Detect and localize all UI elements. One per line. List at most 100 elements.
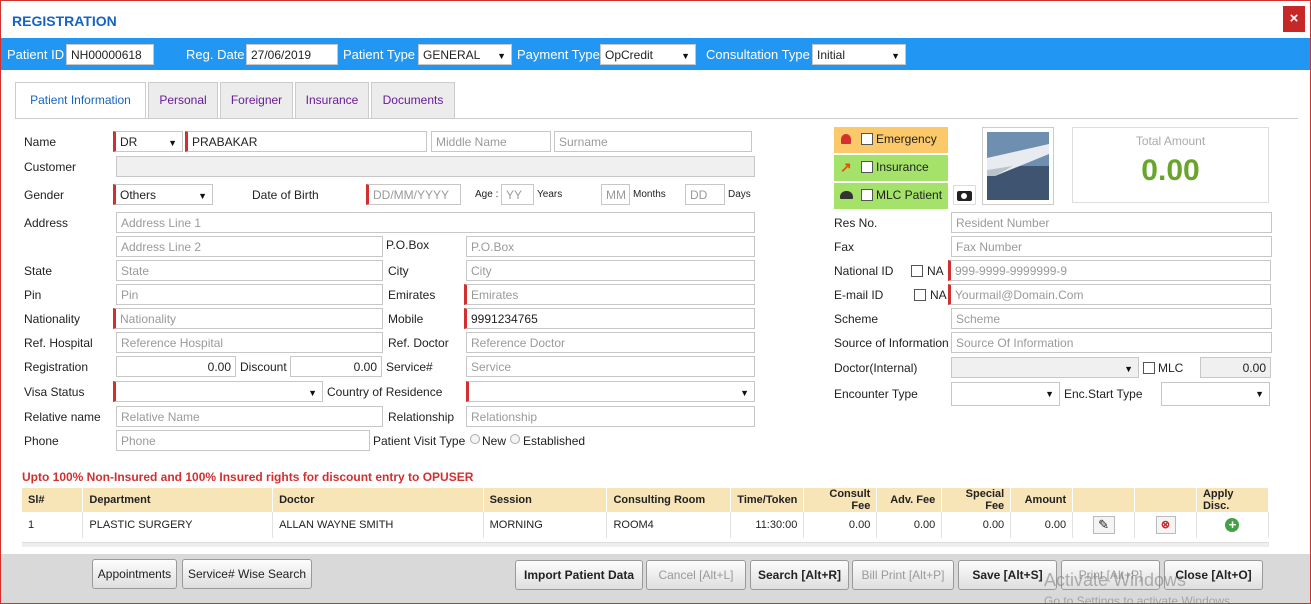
customer-field[interactable] (116, 156, 755, 177)
patient-photo[interactable] (982, 127, 1054, 205)
mlc-patient-checkbox[interactable] (861, 189, 873, 201)
years-label: Years (537, 189, 563, 200)
camera-icon[interactable] (953, 185, 976, 205)
delete-icon[interactable]: ⊗ (1155, 516, 1176, 534)
emergency-flag[interactable]: Emergency (834, 127, 948, 153)
cancel-button[interactable]: Cancel [Alt+L] (646, 560, 746, 590)
close-window-button[interactable]: × (1283, 6, 1305, 32)
patient-id-field[interactable]: NH00000618 (66, 44, 154, 65)
visit-established-radio[interactable] (510, 434, 520, 444)
email-field[interactable]: Yourmail@Domain.Com (948, 284, 1271, 305)
appointments-button[interactable]: Appointments (92, 559, 177, 589)
table-row[interactable]: 1 PLASTIC SURGERY ALLAN WAYNE SMITH MORN… (22, 512, 1270, 538)
mobile-label: Mobile (388, 312, 424, 326)
edit-pencil-icon[interactable]: ✎ (1092, 516, 1115, 534)
service-field[interactable]: Service (466, 356, 755, 377)
insurance-flag[interactable]: ↗ Insurance (834, 155, 948, 181)
pobox-label: P.O.Box (386, 238, 430, 252)
consultation-table: Sl# Department Doctor Session Consulting… (22, 488, 1270, 538)
ref-hospital-field[interactable]: Reference Hospital (116, 332, 383, 353)
mlc-patient-flag[interactable]: MLC Patient (834, 183, 948, 209)
phone-label: Phone (24, 434, 59, 448)
discount-field[interactable]: 0.00 (290, 356, 382, 377)
source-of-information-field[interactable]: Source Of Information (951, 332, 1272, 353)
dob-field[interactable]: DD/MM/YYYY (366, 184, 461, 205)
bill-print-button[interactable]: Bill Print [Alt+P] (852, 560, 954, 590)
gender-label: Gender (24, 188, 65, 202)
consultation-type-select[interactable]: Initial (812, 44, 906, 65)
days-label: Days (728, 189, 751, 200)
reg-date-field[interactable]: 27/06/2019 (246, 44, 338, 65)
registration-fee-field[interactable]: 0.00 (116, 356, 236, 377)
enc-start-type-select[interactable] (1161, 382, 1270, 406)
ref-doctor-label: Ref. Doctor (388, 336, 449, 350)
tab-insurance[interactable]: Insurance (295, 82, 369, 118)
encounter-type-select[interactable] (951, 382, 1060, 406)
mlc-amount-field[interactable]: 0.00 (1200, 357, 1271, 378)
resident-number-field[interactable]: Resident Number (951, 212, 1272, 233)
address-line-2-field[interactable]: Address Line 2 (116, 236, 383, 257)
scheme-field[interactable]: Scheme (951, 308, 1272, 329)
national-id-na-checkbox[interactable] (911, 265, 923, 277)
surname-field[interactable]: Surname (554, 131, 752, 152)
city-field[interactable]: City (466, 260, 755, 281)
ref-doctor-field[interactable]: Reference Doctor (466, 332, 755, 353)
nationality-field[interactable]: Nationality (113, 308, 383, 329)
import-patient-data-button[interactable]: Import Patient Data (515, 560, 643, 590)
tab-documents[interactable]: Documents (371, 82, 455, 118)
payment-type-select[interactable]: OpCredit (600, 44, 696, 65)
visit-new-radio[interactable] (470, 434, 480, 444)
total-amount-box: Total Amount 0.00 (1072, 127, 1269, 203)
cell-consulting-room: ROOM4 (606, 512, 732, 538)
email-na-checkbox[interactable] (914, 289, 926, 301)
emirates-field[interactable]: Emirates (464, 284, 755, 305)
age-months-field[interactable]: MM (601, 184, 630, 205)
service-wise-search-button[interactable]: Service# Wise Search (182, 559, 312, 589)
title-bar: REGISTRATION × (1, 1, 1310, 38)
total-amount-label: Total Amount (1135, 134, 1206, 148)
country-of-residence-select[interactable] (466, 381, 755, 402)
visit-new-label: New (482, 434, 507, 448)
insurance-checkbox[interactable] (861, 161, 873, 173)
emergency-checkbox[interactable] (861, 133, 873, 145)
pin-field[interactable]: Pin (116, 284, 383, 305)
middle-name-field[interactable]: Middle Name (431, 131, 551, 152)
apply-discount-add-icon[interactable]: + (1225, 518, 1240, 532)
col-header: Session (483, 488, 608, 512)
table-bottom-border (22, 542, 1269, 547)
age-years-field[interactable]: YY (501, 184, 534, 205)
visa-status-select[interactable] (113, 381, 323, 402)
age-days-field[interactable]: DD (685, 184, 725, 205)
tab-personal[interactable]: Personal (148, 82, 218, 118)
address-line-1-field[interactable]: Address Line 1 (116, 212, 755, 233)
patient-type-select[interactable]: GENERAL (418, 44, 512, 65)
col-header: Amount (1010, 488, 1074, 512)
first-name-field[interactable]: PRABAKAR (185, 131, 427, 152)
national-id-field[interactable]: 999-9999-9999999-9 (948, 260, 1271, 281)
address-label: Address (24, 216, 69, 230)
patient-type-label: Patient Type (343, 47, 416, 62)
gender-select[interactable]: Others (113, 184, 213, 205)
mlc-checkbox[interactable] (1143, 362, 1155, 374)
doctor-internal-select[interactable] (951, 357, 1139, 378)
pobox-field[interactable]: P.O.Box (466, 236, 755, 257)
col-header (1072, 488, 1136, 512)
search-button[interactable]: Search [Alt+R] (750, 560, 849, 590)
state-field[interactable]: State (116, 260, 383, 281)
visit-established-label: Established (523, 434, 586, 448)
cell-delete: ⊗ (1134, 512, 1197, 538)
relative-name-field[interactable]: Relative Name (116, 406, 383, 427)
tab-patient-information[interactable]: Patient Information (15, 82, 146, 119)
tab-foreigner[interactable]: Foreigner (220, 82, 293, 118)
fax-label: Fax (834, 240, 855, 254)
save-button[interactable]: Save [Alt+S] (958, 560, 1057, 590)
relationship-field[interactable]: Relationship (466, 406, 755, 427)
phone-field[interactable]: Phone (116, 430, 370, 451)
fax-field[interactable]: Fax Number (951, 236, 1272, 257)
patient-id-label: Patient ID (7, 47, 65, 62)
col-header: Consulting Room (606, 488, 732, 512)
dob-label: Date of Birth (252, 188, 319, 202)
name-title-select[interactable]: DR (113, 131, 183, 152)
col-header: Apply Disc. (1196, 488, 1270, 512)
mobile-field[interactable]: 9991234765 (464, 308, 755, 329)
